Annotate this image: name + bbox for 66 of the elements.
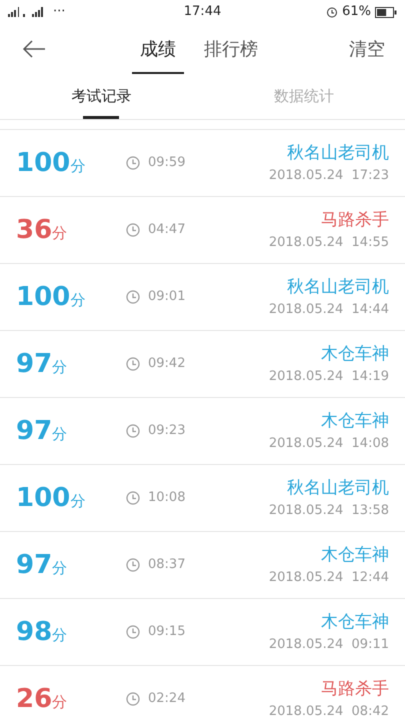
- dots-text: ···: [53, 3, 66, 22]
- header-tab[interactable]: 成绩: [134, 24, 182, 74]
- record-title: 马路杀手: [320, 678, 389, 700]
- record-date: 2018.05.24 09:11: [268, 636, 389, 654]
- clock-icon: [126, 290, 140, 304]
- clock-icon: [126, 424, 140, 438]
- record-title: 秋名山老司机: [286, 142, 389, 164]
- record-row[interactable]: 26分 02:24 马路杀手 2018.05.24 08:42: [0, 666, 405, 720]
- record-date: 2018.05.24 13:58: [268, 502, 389, 520]
- duration-text: 09:23: [148, 422, 186, 440]
- duration-text: 09:42: [148, 355, 186, 374]
- record-row[interactable]: 97分 09:42 木仓车神 2018.05.24 14:19: [0, 331, 405, 398]
- clock-icon: [126, 491, 140, 505]
- record-date: 2018.05.24 12:44: [268, 569, 389, 587]
- record-date: 2018.05.24 14:44: [268, 301, 389, 319]
- record-title: 木仓车神: [320, 610, 389, 634]
- duration-text: 02:24: [148, 690, 186, 708]
- record-title: 木仓车神: [320, 410, 389, 432]
- clock-icon: [126, 156, 140, 170]
- record-date: 2018.05.24 14:55: [268, 234, 389, 252]
- record-title: 木仓车神: [320, 342, 389, 366]
- battery-icon: [375, 6, 397, 18]
- record-row[interactable]: 97分 09:23 木仓车神 2018.05.24 14:08: [0, 398, 405, 465]
- record-date: 2018.05.24 14:19: [268, 368, 389, 386]
- clock-time: 17:44: [182, 3, 222, 22]
- duration-text: 09:59: [148, 154, 186, 172]
- score-text: 98分: [16, 616, 68, 648]
- clock-icon: [126, 357, 140, 371]
- record-title: 木仓车神: [320, 544, 389, 566]
- clock-icon: [126, 692, 140, 706]
- duration-text: 04:47: [148, 221, 186, 240]
- header-tab[interactable]: 排行榜: [198, 24, 264, 74]
- signal-icon: [8, 7, 19, 17]
- alarm-icon: [326, 6, 338, 18]
- score-text: 97分: [16, 414, 68, 448]
- record-row[interactable]: 100分 10:08 秋名山老司机 2018.05.24 13:58: [0, 465, 405, 532]
- sub-tab[interactable]: 数据统计: [270, 74, 338, 119]
- record-row[interactable]: 100分 09:59 秋名山老司机 2018.05.24 17:23: [0, 130, 405, 197]
- clock-icon: [126, 223, 140, 237]
- clear-button[interactable]: 清空: [343, 24, 391, 74]
- duration-text: 09:01: [148, 288, 186, 306]
- duration-text: 09:15: [148, 623, 186, 642]
- record-title: 马路杀手: [320, 208, 389, 232]
- score-text: 100分: [16, 146, 86, 180]
- record-date: 2018.05.24 14:08: [268, 435, 389, 453]
- battery-percent: 61%: [342, 3, 371, 22]
- sub-tab[interactable]: 考试记录: [67, 74, 136, 119]
- score-text: 100分: [16, 482, 86, 514]
- score-text: 26分: [16, 682, 68, 716]
- record-row[interactable]: 100分 09:01 秋名山老司机 2018.05.24 14:44: [0, 264, 405, 331]
- score-text: 97分: [16, 348, 68, 380]
- record-row[interactable]: 98分 09:15 木仓车神 2018.05.24 09:11: [0, 599, 405, 666]
- back-arrow-icon: [22, 40, 46, 58]
- record-row[interactable]: 97分 08:37 木仓车神 2018.05.24 12:44: [0, 532, 405, 599]
- clock-icon: [126, 625, 140, 639]
- duration-text: 08:37: [148, 556, 186, 574]
- score-text: 36分: [16, 214, 68, 246]
- record-title: 秋名山老司机: [286, 476, 389, 500]
- score-text: 97分: [16, 548, 68, 582]
- record-row[interactable]: 36分 04:47 马路杀手 2018.05.24 14:55: [0, 197, 405, 264]
- score-text: 100分: [16, 280, 86, 314]
- record-date: 2018.05.24 08:42: [268, 703, 389, 720]
- record-date: 2018.05.24 17:23: [268, 167, 389, 185]
- duration-text: 10:08: [148, 489, 186, 508]
- record-title: 秋名山老司机: [286, 276, 389, 298]
- clock-icon: [126, 558, 140, 572]
